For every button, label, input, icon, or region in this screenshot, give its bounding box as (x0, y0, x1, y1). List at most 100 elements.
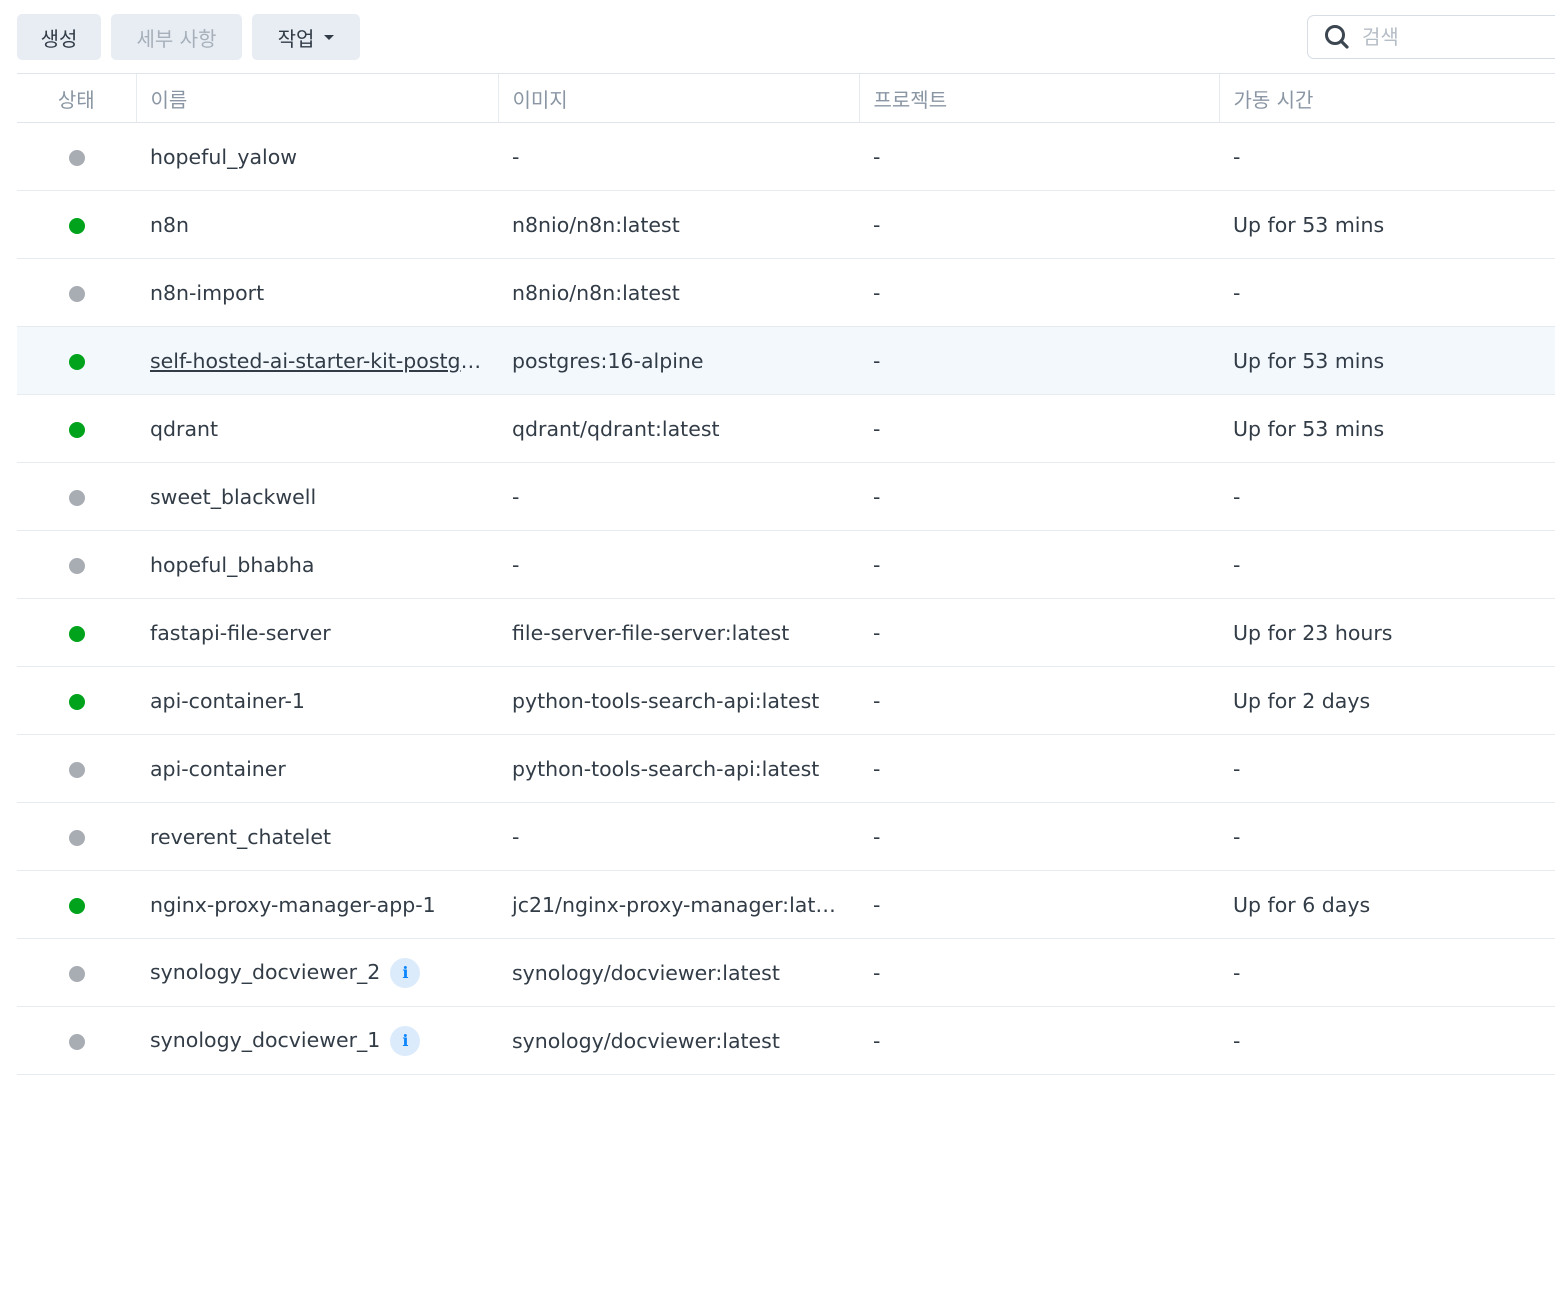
project-cell: - (859, 326, 1219, 395)
actions-button[interactable]: 작업 (252, 14, 360, 60)
container-name: api-container-1 (150, 688, 305, 713)
name-cell: synology_docviewer_2 i (136, 938, 498, 1007)
name-cell: synology_docviewer_1 i (136, 1006, 498, 1075)
image-cell: - (498, 802, 859, 871)
container-name: sweet_blackwell (150, 484, 317, 509)
status-cell (17, 394, 136, 463)
column-header-name[interactable]: 이름 (135, 73, 498, 123)
status-stopped-icon (68, 829, 85, 846)
column-header-uptime[interactable]: 가동 시간 (1218, 73, 1555, 123)
name-cell: qdrant (136, 394, 498, 463)
toolbar: 생성 세부 사항 작업 (17, 14, 1555, 60)
table-row[interactable]: api-container-1 python-tools-search-api:l… (17, 666, 1555, 735)
column-header-status[interactable]: 상태 (17, 73, 136, 123)
project-cell: - (859, 802, 1219, 871)
table-row[interactable]: n8n-import n8nio/n8n:latest - - (17, 258, 1555, 327)
project-cell: - (859, 394, 1219, 463)
status-cell (17, 530, 136, 599)
project-cell: - (859, 190, 1219, 259)
status-cell (17, 122, 136, 191)
table-row[interactable]: reverent_chatelet - - - (17, 802, 1555, 871)
name-cell: fastapi-file-server (136, 598, 498, 667)
container-name: qdrant (150, 416, 219, 441)
status-cell (17, 1006, 136, 1075)
container-name: n8n (150, 212, 190, 237)
image-cell: synology/docviewer:latest (498, 938, 859, 1007)
search-icon (1325, 25, 1349, 49)
uptime-cell: - (1219, 530, 1555, 599)
container-name: nginx-proxy-manager-app-1 (150, 892, 436, 917)
name-cell: api-container-1 (136, 666, 498, 735)
uptime-cell: Up for 2 days (1219, 666, 1555, 735)
uptime-cell: - (1219, 802, 1555, 871)
container-name: api-container (150, 756, 286, 781)
table-row[interactable]: self-hosted-ai-starter-kit-postgres-1 pos… (17, 326, 1555, 395)
status-cell (17, 666, 136, 735)
status-stopped-icon (68, 285, 85, 302)
project-cell: - (859, 462, 1219, 531)
image-cell: jc21/nginx-proxy-manager:latest (498, 870, 859, 939)
image-cell: synology/docviewer:latest (498, 1006, 859, 1075)
container-name: hopeful_yalow (150, 144, 298, 169)
uptime-cell: - (1219, 734, 1555, 803)
caret-down-icon (324, 34, 335, 40)
project-cell: - (859, 530, 1219, 599)
status-cell (17, 258, 136, 327)
image-cell: - (498, 530, 859, 599)
uptime-cell: - (1219, 462, 1555, 531)
status-cell (17, 326, 136, 395)
table-row[interactable]: hopeful_yalow - - - (17, 122, 1555, 191)
container-name: hopeful_bhabha (150, 552, 315, 577)
project-cell: - (859, 734, 1219, 803)
image-cell: - (498, 462, 859, 531)
status-stopped-icon (68, 557, 85, 574)
column-header-image[interactable]: 이미지 (497, 73, 859, 123)
table-row[interactable]: hopeful_bhabha - - - (17, 530, 1555, 599)
create-button[interactable]: 생성 (17, 14, 101, 60)
search-box[interactable] (1307, 15, 1555, 59)
status-stopped-icon (68, 1033, 85, 1050)
status-stopped-icon (68, 965, 85, 982)
status-running-icon (68, 217, 85, 234)
table-row[interactable]: sweet_blackwell - - - (17, 462, 1555, 531)
table-row[interactable]: api-container python-tools-search-api:lat… (17, 734, 1555, 803)
search-input[interactable] (1360, 24, 1544, 50)
project-cell: - (859, 870, 1219, 939)
name-cell: api-container (136, 734, 498, 803)
table-row[interactable]: synology_docviewer_1 i synology/docviewer:… (17, 1006, 1555, 1075)
name-cell: reverent_chatelet (136, 802, 498, 871)
status-cell (17, 870, 136, 939)
status-cell (17, 462, 136, 531)
uptime-cell: Up for 6 days (1219, 870, 1555, 939)
table-row[interactable]: fastapi-file-server file-server-file-serv… (17, 598, 1555, 667)
project-cell: - (859, 258, 1219, 327)
table-row[interactable]: n8n n8nio/n8n:latest - Up for 53 mins (17, 190, 1555, 259)
table-row[interactable]: qdrant qdrant/qdrant:latest - Up for 53 min… (17, 394, 1555, 463)
info-icon[interactable]: i (390, 957, 421, 988)
actions-label: 작업 (277, 26, 315, 51)
uptime-cell: - (1219, 1006, 1555, 1075)
table-row[interactable]: nginx-proxy-manager-app-1 jc21/nginx-prox… (17, 870, 1555, 939)
container-name: n8n-import (150, 280, 265, 305)
image-cell: n8nio/n8n:latest (498, 258, 859, 327)
column-header-project[interactable]: 프로젝트 (858, 73, 1219, 123)
container-table: 상태 이름 이미지 프로젝트 가동 시간 hopeful_yalow - - - n8n n8ni… (17, 73, 1555, 1075)
uptime-cell: - (1219, 258, 1555, 327)
uptime-cell: - (1219, 122, 1555, 191)
project-cell: - (859, 938, 1219, 1007)
status-cell (17, 734, 136, 803)
project-cell: - (859, 122, 1219, 191)
details-button[interactable]: 세부 사항 (111, 14, 242, 60)
image-cell: n8nio/n8n:latest (498, 190, 859, 259)
status-stopped-icon (68, 489, 85, 506)
uptime-cell: Up for 53 mins (1219, 326, 1555, 395)
container-name[interactable]: self-hosted-ai-starter-kit-postgres-1 (150, 349, 498, 373)
name-cell: self-hosted-ai-starter-kit-postgres-1 (136, 326, 498, 395)
name-cell: nginx-proxy-manager-app-1 (136, 870, 498, 939)
info-icon[interactable]: i (390, 1025, 421, 1056)
name-cell: n8n-import (136, 258, 498, 327)
status-running-icon (68, 693, 85, 710)
status-running-icon (68, 625, 85, 642)
container-name: synology_docviewer_1 (150, 1027, 381, 1052)
table-row[interactable]: synology_docviewer_2 i synology/docviewer:… (17, 938, 1555, 1007)
